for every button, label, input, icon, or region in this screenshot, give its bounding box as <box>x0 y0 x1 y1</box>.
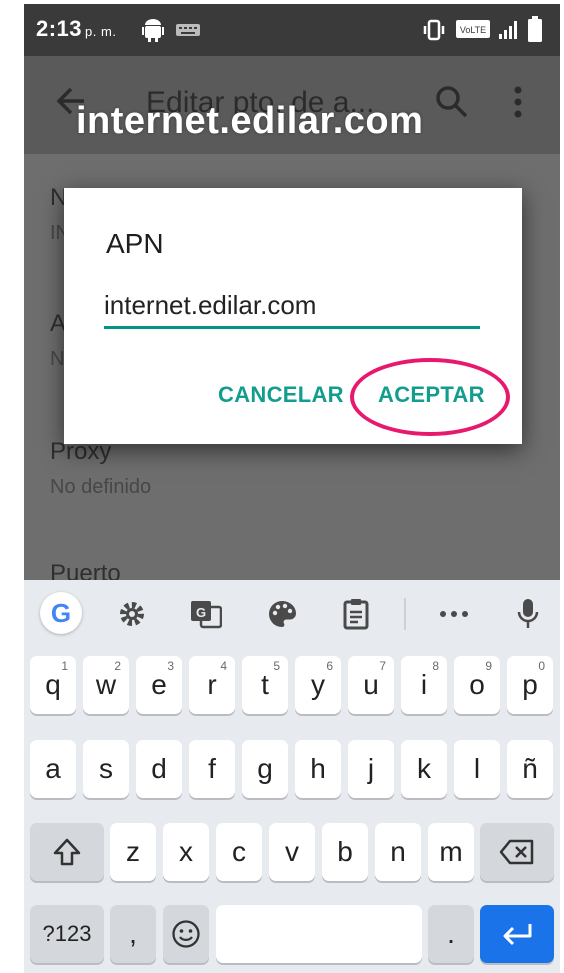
key-r[interactable]: r4 <box>189 656 235 714</box>
key-h[interactable]: h <box>295 740 341 798</box>
space-bar[interactable] <box>216 905 422 963</box>
google-g-icon[interactable]: G <box>40 592 82 634</box>
emoji-icon <box>172 920 200 948</box>
list-item-subtitle-proxy: No definido <box>50 476 152 498</box>
key-z[interactable]: z <box>110 823 156 881</box>
more-vert-icon[interactable] <box>512 84 524 120</box>
key-e[interactable]: e3 <box>136 656 182 714</box>
toolbar-divider <box>404 598 406 630</box>
clipboard-icon[interactable] <box>336 594 376 634</box>
vibrate-icon <box>423 19 445 41</box>
key-s[interactable]: s <box>83 740 129 798</box>
status-time: 2:13 p. m. <box>36 16 117 41</box>
cancel-button[interactable]: CANCELAR <box>218 382 344 408</box>
search-icon[interactable] <box>434 84 470 120</box>
key-o[interactable]: o9 <box>454 656 500 714</box>
signal-icon <box>499 21 517 39</box>
key-w[interactable]: w2 <box>83 656 129 714</box>
key-y[interactable]: y6 <box>295 656 341 714</box>
key-a[interactable]: a <box>30 740 76 798</box>
key-f[interactable]: f <box>189 740 235 798</box>
key-c[interactable]: c <box>216 823 262 881</box>
watermark-text: internet.edilar.com <box>76 100 424 142</box>
emoji-key[interactable] <box>163 905 209 963</box>
battery-icon <box>528 16 542 42</box>
key-t[interactable]: t5 <box>242 656 288 714</box>
backspace-icon <box>499 839 534 865</box>
shift-icon <box>53 838 81 866</box>
android-icon <box>142 19 164 42</box>
key-enye[interactable]: ñ <box>507 740 553 798</box>
translate-icon[interactable]: G <box>186 594 226 634</box>
svg-text:VoLTE: VoLTE <box>460 25 486 35</box>
soft-keyboard: G G q1 w2 e3 r4 t5 y6 u 7 i 8 o 9 p 0 a … <box>24 580 560 973</box>
key-m[interactable]: m <box>428 823 474 881</box>
period-key[interactable]: . <box>428 905 474 963</box>
key-k[interactable]: k <box>401 740 447 798</box>
key-l[interactable]: l <box>454 740 500 798</box>
key-j[interactable]: j <box>348 740 394 798</box>
key-v[interactable]: v <box>269 823 315 881</box>
key-i[interactable]: i8 <box>401 656 447 714</box>
apn-input[interactable] <box>104 288 480 329</box>
key-b[interactable]: b <box>322 823 368 881</box>
backspace-key[interactable] <box>480 823 554 881</box>
enter-key[interactable] <box>480 905 554 963</box>
palette-icon[interactable] <box>262 594 302 634</box>
status-bar: 2:13 p. m. VoLTE <box>24 4 560 56</box>
highlight-circle <box>350 358 510 436</box>
phone-screen: 2:13 p. m. VoLTE Editar pto. de a... N I… <box>24 4 560 973</box>
comma-key[interactable]: , <box>110 905 156 963</box>
key-p[interactable]: p0 <box>507 656 553 714</box>
key-n[interactable]: n <box>375 823 421 881</box>
svg-text:G: G <box>196 605 206 620</box>
key-x[interactable]: x <box>163 823 209 881</box>
keyboard-icon <box>176 24 200 36</box>
settings-icon[interactable] <box>112 594 152 634</box>
symbols-key[interactable]: ?123 <box>30 905 104 963</box>
keyboard-toolbar: G G <box>24 580 560 646</box>
dialog-title: APN <box>106 228 164 259</box>
shift-key[interactable] <box>30 823 104 881</box>
enter-icon <box>503 924 532 946</box>
more-horiz-icon[interactable] <box>434 594 474 634</box>
list-item-subtitle: N <box>50 348 65 370</box>
key-q[interactable]: q1 <box>30 656 76 714</box>
mic-icon[interactable] <box>508 594 548 634</box>
key-u[interactable]: u7 <box>348 656 394 714</box>
key-g[interactable]: g <box>242 740 288 798</box>
key-d[interactable]: d <box>136 740 182 798</box>
volte-icon: VoLTE <box>456 20 490 38</box>
